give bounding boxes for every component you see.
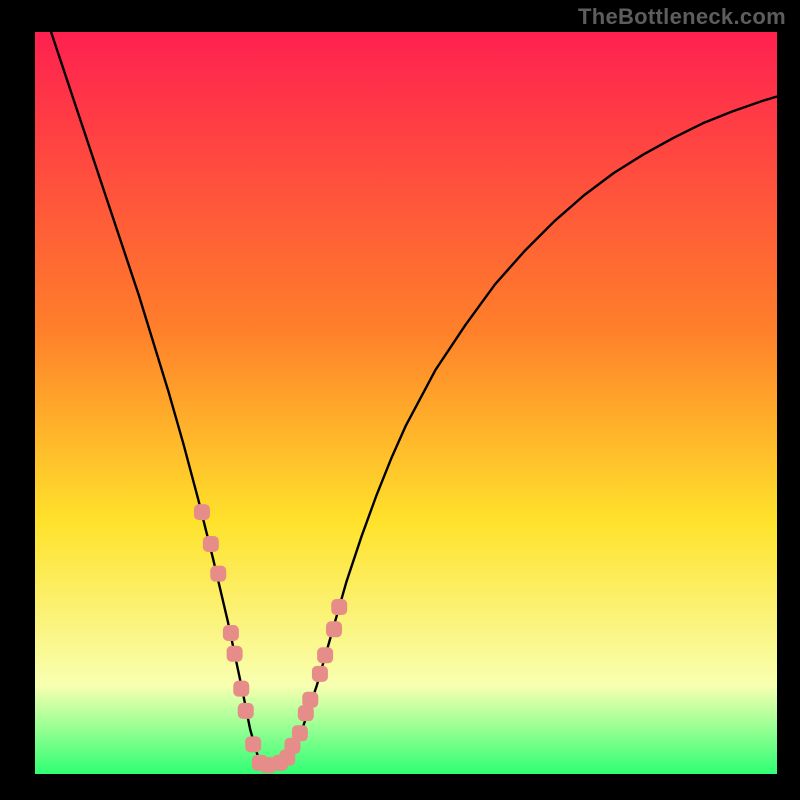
curve-marker [302,692,318,708]
curve-marker [292,725,308,741]
curve-marker [317,647,333,663]
curve-marker [223,625,239,641]
watermark-label: TheBottleneck.com [578,4,786,30]
curve-marker [203,536,219,552]
curve-marker [238,703,254,719]
frame-left [0,0,35,800]
frame-right [777,0,800,800]
frame-bottom [0,774,800,800]
curve-marker [227,646,243,662]
curve-marker [210,566,226,582]
chart-stage: TheBottleneck.com [0,0,800,800]
curve-marker [331,599,347,615]
curve-marker [233,681,249,697]
curve-marker [245,736,261,752]
curve-marker [312,666,328,682]
chart-canvas [0,0,800,800]
curve-marker [326,621,342,637]
curve-marker [194,504,210,520]
